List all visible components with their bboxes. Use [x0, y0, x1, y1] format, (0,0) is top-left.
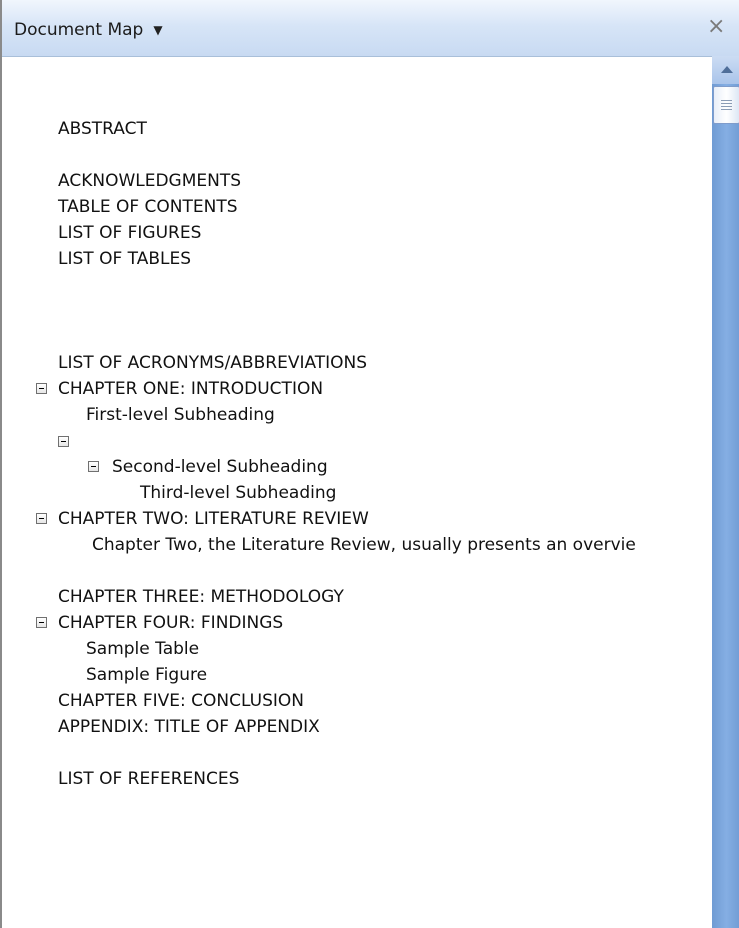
minus-box-icon[interactable] [36, 513, 47, 524]
minus-box-icon[interactable] [36, 383, 47, 394]
grip-line [721, 109, 732, 110]
map-item-third-level-subheading[interactable]: Third-level Subheading [140, 482, 336, 504]
map-item-chapter-five[interactable]: CHAPTER FIVE: CONCLUSION [58, 690, 304, 712]
grip-line [721, 106, 732, 107]
grip-line [721, 103, 732, 104]
map-item-sample-figure[interactable]: Sample Figure [86, 664, 207, 686]
map-item-abstract[interactable]: ABSTRACT [58, 118, 147, 140]
map-item-chapter-one[interactable]: CHAPTER ONE: INTRODUCTION [58, 378, 323, 400]
close-icon[interactable]: × [707, 16, 725, 38]
map-item-second-level-subheading[interactable]: Second-level Subheading [112, 456, 328, 478]
document-map-pane: Document Map ▼ × ABSTRACT ACKNOWLEDGMENT… [0, 0, 739, 928]
map-item-table-of-contents[interactable]: TABLE OF CONTENTS [58, 196, 238, 218]
chevron-down-icon: ▼ [153, 23, 163, 37]
map-item-list-of-references[interactable]: LIST OF REFERENCES [58, 768, 239, 790]
grip-line [721, 100, 732, 101]
map-item-chapter-two[interactable]: CHAPTER TWO: LITERATURE REVIEW [58, 508, 369, 530]
pane-titlebar: Document Map ▼ × [2, 0, 739, 57]
minus-box-icon[interactable] [58, 436, 69, 447]
pane-title: Document Map [14, 20, 144, 40]
minus-box-icon[interactable] [88, 461, 99, 472]
map-item-chapter-two-overview[interactable]: Chapter Two, the Literature Review, usua… [92, 534, 636, 556]
map-item-acknowledgments[interactable]: ACKNOWLEDGMENTS [58, 170, 241, 192]
map-item-chapter-three[interactable]: CHAPTER THREE: METHODOLOGY [58, 586, 344, 608]
vertical-scrollbar[interactable] [712, 56, 739, 928]
map-item-first-level-subheading[interactable]: First-level Subheading [86, 404, 275, 426]
map-item-sample-table[interactable]: Sample Table [86, 638, 199, 660]
map-item-chapter-four[interactable]: CHAPTER FOUR: FINDINGS [58, 612, 283, 634]
map-item-appendix[interactable]: APPENDIX: TITLE OF APPENDIX [58, 716, 320, 738]
map-item-list-of-tables[interactable]: LIST OF TABLES [58, 248, 191, 270]
minus-box-icon[interactable] [36, 617, 47, 628]
document-map-menu-button[interactable]: Document Map ▼ [14, 16, 163, 44]
scroll-thumb[interactable] [713, 86, 739, 124]
document-map-tree: ABSTRACT ACKNOWLEDGMENTS TABLE OF CONTEN… [2, 56, 708, 928]
map-item-list-of-figures[interactable]: LIST OF FIGURES [58, 222, 201, 244]
scroll-up-arrow-icon[interactable] [712, 56, 739, 84]
map-item-list-of-acronyms[interactable]: LIST OF ACRONYMS/ABBREVIATIONS [58, 352, 367, 374]
